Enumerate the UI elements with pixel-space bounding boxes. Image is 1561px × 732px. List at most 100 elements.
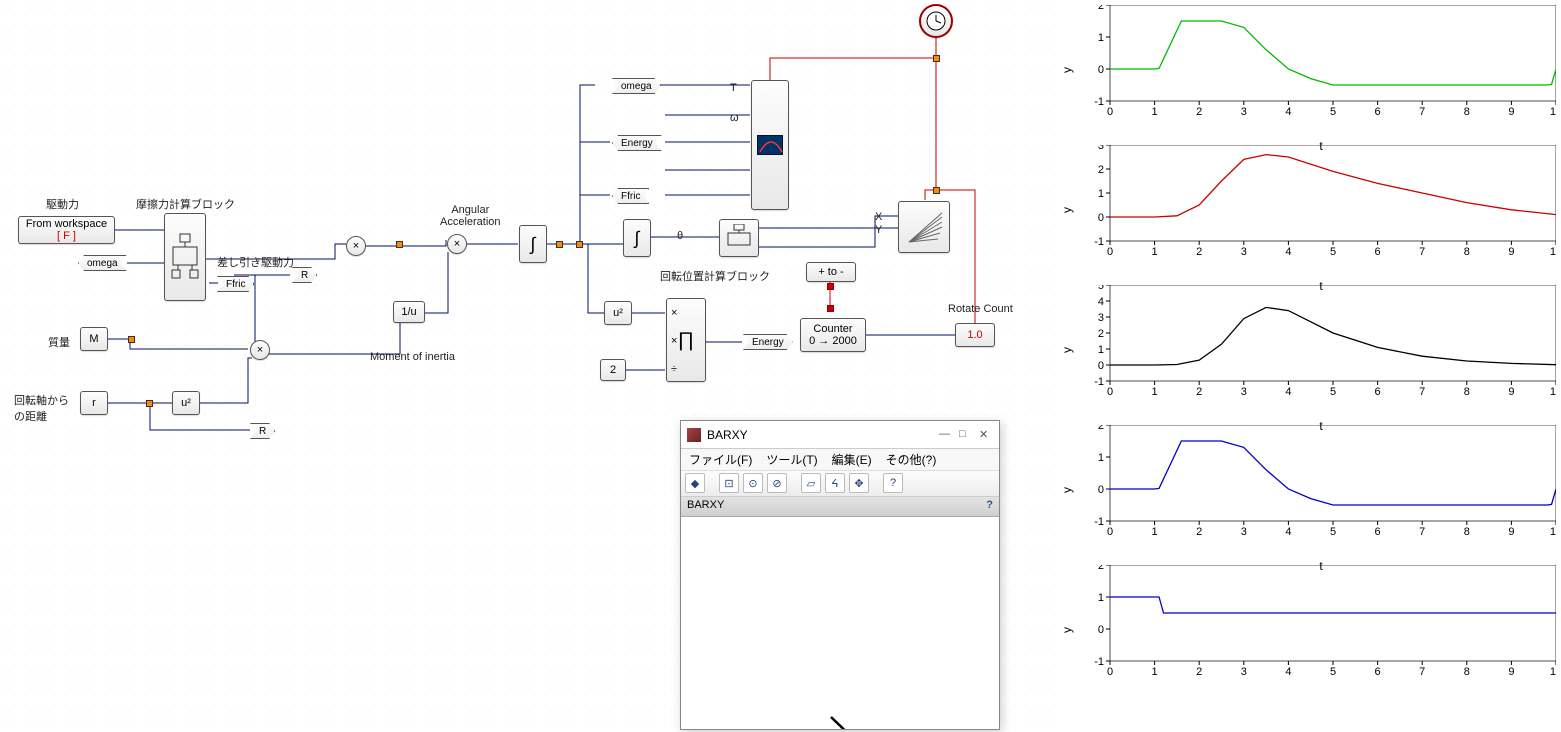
svg-text:9: 9	[1508, 246, 1514, 258]
barxy-window[interactable]: BARXY — □ ✕ ファイル(F) ツール(T) 編集(E) その他(?) …	[680, 420, 1000, 730]
minimize-icon[interactable]: —	[939, 428, 953, 442]
lbl-port-theta: θ	[677, 230, 683, 242]
barxy-titlebar[interactable]: BARXY — □ ✕	[681, 421, 999, 449]
tag-energy-src[interactable]: Energy	[612, 135, 662, 151]
svg-text:5: 5	[1098, 285, 1104, 292]
scope-block[interactable]	[751, 80, 789, 210]
menu-tools[interactable]: ツール(T)	[766, 451, 817, 468]
maximize-icon[interactable]: □	[959, 428, 973, 442]
barxy-block[interactable]	[898, 201, 950, 253]
svg-text:2: 2	[1196, 386, 1202, 398]
svg-text:0: 0	[1107, 106, 1113, 118]
svg-text:0: 0	[1098, 484, 1104, 496]
port	[128, 336, 135, 343]
svg-text:0: 0	[1098, 624, 1104, 636]
u2-block-a[interactable]: u²	[172, 391, 200, 415]
svg-text:4: 4	[1098, 296, 1104, 308]
svg-text:10: 10	[1550, 386, 1556, 398]
svg-text:6: 6	[1375, 246, 1381, 258]
integrator-2[interactable]: ∫	[623, 219, 651, 257]
rotpos-superblock[interactable]	[719, 219, 759, 257]
lbl-rotpos-block: 回転位置計算ブロック	[660, 268, 770, 284]
svg-text:1: 1	[1098, 592, 1104, 604]
lbl-friction-block: 摩擦力計算ブロック	[136, 196, 235, 212]
port	[576, 241, 583, 248]
u2-block-b[interactable]: u²	[604, 301, 632, 325]
svg-text:7: 7	[1419, 526, 1425, 538]
svg-text:2: 2	[1098, 5, 1104, 12]
svg-text:1: 1	[1098, 188, 1104, 200]
svg-text:7: 7	[1419, 246, 1425, 258]
svg-text:3: 3	[1098, 312, 1104, 324]
tb-zoombox-icon[interactable]: ⊡	[719, 473, 739, 493]
menu-file[interactable]: ファイル(F)	[689, 451, 752, 468]
svg-text:10: 10	[1550, 246, 1556, 258]
svg-text:2: 2	[1098, 164, 1104, 176]
svg-text:0: 0	[1107, 386, 1113, 398]
const-2[interactable]: 2	[600, 359, 626, 381]
lbl-net-drive: 差し引き駆動力	[217, 254, 294, 270]
svg-text:6: 6	[1375, 526, 1381, 538]
tag-energy-out[interactable]: Energy	[743, 334, 793, 350]
from-workspace-block[interactable]: From workspace [ F ]	[18, 216, 115, 244]
svg-text:6: 6	[1375, 386, 1381, 398]
svg-text:0: 0	[1098, 212, 1104, 224]
svg-text:-1: -1	[1094, 96, 1104, 108]
counter-block[interactable]: Counter 0 → 2000	[800, 318, 866, 352]
display-rotate-count[interactable]: 1.0	[955, 323, 995, 347]
svg-text:4: 4	[1285, 386, 1291, 398]
tag-R-sink2[interactable]: R	[250, 423, 275, 439]
svg-text:10: 10	[1550, 526, 1556, 538]
tb-zoomin-icon[interactable]: ⊙	[743, 473, 763, 493]
svg-text:3: 3	[1241, 386, 1247, 398]
port	[556, 241, 563, 248]
svg-text:0: 0	[1098, 64, 1104, 76]
sum-block-2[interactable]: ×	[447, 234, 467, 254]
svg-text:2: 2	[1098, 328, 1104, 340]
const-M[interactable]: M	[80, 327, 108, 351]
svg-text:7: 7	[1419, 386, 1425, 398]
tag-omega-src[interactable]: omega	[78, 255, 127, 271]
svg-text:3: 3	[1241, 526, 1247, 538]
friction-superblock[interactable]	[164, 213, 206, 301]
svg-text:2: 2	[1098, 425, 1104, 432]
const-r[interactable]: r	[80, 391, 108, 415]
svg-text:2: 2	[1196, 666, 1202, 678]
barxy-toolbar: ◆ ⊡ ⊙ ⊘ ▱ ᔦ ✥ ?	[681, 471, 999, 497]
integrator-1[interactable]: ∫	[519, 225, 547, 263]
barxy-menu: ファイル(F) ツール(T) 編集(E) その他(?)	[681, 449, 999, 471]
menu-help[interactable]: その他(?)	[886, 451, 937, 468]
svg-text:0: 0	[1098, 360, 1104, 372]
tb-help-icon[interactable]: ?	[883, 473, 903, 493]
tb-zoomout-icon[interactable]: ⊘	[767, 473, 787, 493]
tag-ffric-out[interactable]: Ffric	[217, 276, 254, 292]
tag-R-sink1[interactable]: R	[292, 267, 317, 283]
inv-u-block[interactable]: 1/u	[393, 301, 425, 323]
barxy-icon	[904, 207, 944, 247]
lbl-angular-acc: Angular Acceleration	[440, 204, 501, 228]
menu-edit[interactable]: 編集(E)	[832, 451, 872, 468]
tb-select-icon[interactable]: ▱	[801, 473, 821, 493]
tag-omega-sink[interactable]: omega	[612, 78, 661, 94]
svg-text:7: 7	[1419, 106, 1425, 118]
svg-text:5: 5	[1330, 666, 1336, 678]
svg-text:0: 0	[1107, 666, 1113, 678]
svg-text:0: 0	[1107, 246, 1113, 258]
tb-datatip-icon[interactable]: ᔦ	[825, 473, 845, 493]
svg-text:3: 3	[1098, 145, 1104, 152]
event-clock[interactable]	[919, 4, 953, 38]
lbl-rotate-count: Rotate Count	[948, 303, 1013, 315]
lbl-port-X: X	[875, 211, 882, 223]
product-energy[interactable]: × × ÷ ∏	[666, 298, 706, 382]
svg-text:1: 1	[1152, 526, 1158, 538]
tb-pan-icon[interactable]: ✥	[849, 473, 869, 493]
tb-rotate-icon[interactable]: ◆	[685, 473, 705, 493]
sum-block-1[interactable]: ×	[346, 236, 366, 256]
pane-help-icon[interactable]: ?	[986, 499, 993, 514]
tag-ffric-src[interactable]: Ffric	[612, 188, 649, 204]
plus-to-minus[interactable]: + to -	[806, 262, 856, 282]
svg-text:5: 5	[1330, 106, 1336, 118]
barxy-plot-area[interactable]	[681, 517, 999, 729]
close-icon[interactable]: ✕	[979, 428, 993, 442]
product-m-r2[interactable]: ×	[250, 340, 270, 360]
